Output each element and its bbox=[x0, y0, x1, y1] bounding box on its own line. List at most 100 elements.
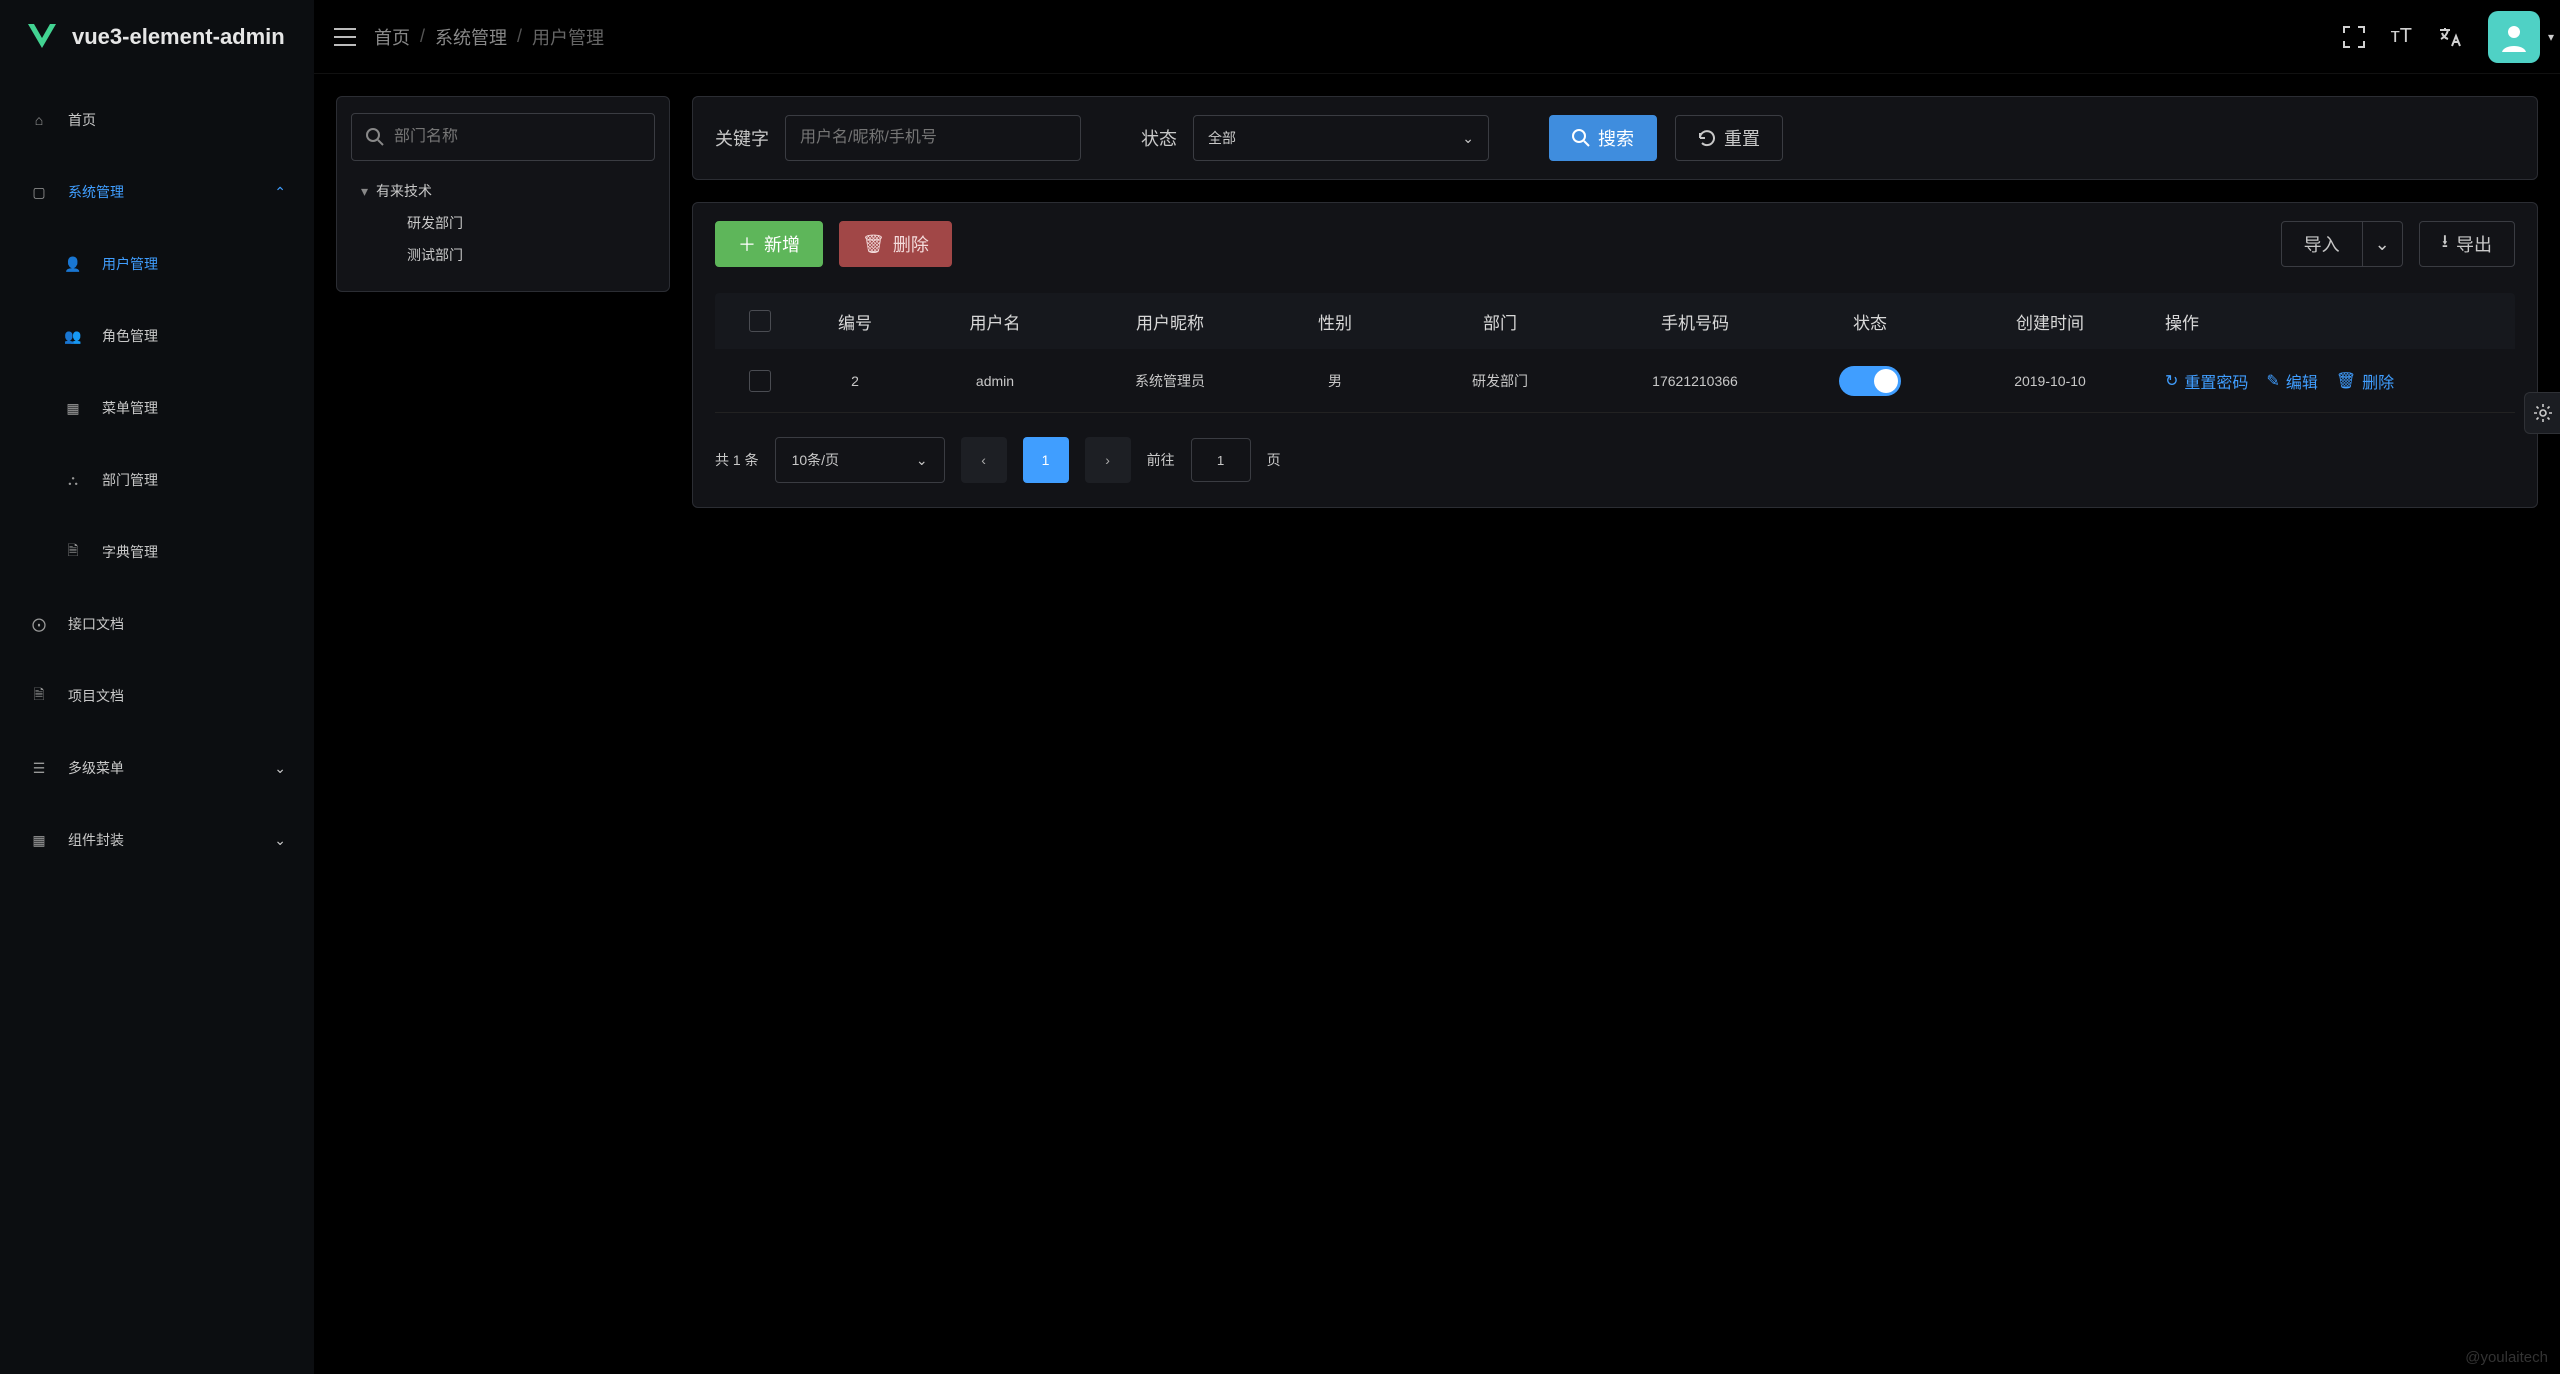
plus-icon: ＋ bbox=[738, 231, 756, 257]
settings-drawer-button[interactable] bbox=[2524, 392, 2560, 434]
add-button[interactable]: ＋ 新增 bbox=[715, 221, 823, 267]
reset-button[interactable]: 重置 bbox=[1675, 115, 1783, 161]
status-label: 状态 bbox=[1141, 125, 1177, 151]
dept-search-input[interactable] bbox=[394, 128, 640, 146]
table-toolbar: ＋ 新增 🗑 删除 导入 ⌄ bbox=[715, 221, 2515, 267]
keyword-input[interactable] bbox=[785, 115, 1081, 161]
th-gender: 性别 bbox=[1265, 309, 1405, 334]
search-button[interactable]: 搜索 bbox=[1549, 115, 1657, 161]
hamburger-icon bbox=[334, 28, 356, 46]
bulk-delete-button[interactable]: 🗑 删除 bbox=[839, 221, 952, 267]
keyword-label: 关键字 bbox=[715, 125, 769, 151]
select-all-checkbox[interactable] bbox=[749, 310, 771, 332]
next-page-button[interactable]: › bbox=[1085, 437, 1131, 483]
org-icon: ⛬ bbox=[62, 472, 84, 489]
cell-id: 2 bbox=[795, 373, 915, 389]
fontsize-button[interactable]: тT bbox=[2391, 25, 2412, 48]
import-caret-button[interactable]: ⌄ bbox=[2363, 221, 2403, 267]
app-logo[interactable]: vue3-element-admin bbox=[0, 0, 314, 74]
reset-pwd-link[interactable]: ↻ 重置密码 bbox=[2165, 369, 2248, 393]
sidebar-item-home[interactable]: ⌂ 首页 bbox=[0, 84, 314, 156]
trash-icon: 🗑 bbox=[2336, 371, 2356, 391]
doc-icon: 🗎 bbox=[28, 684, 50, 708]
chevron-down-icon: ⌄ bbox=[2375, 234, 2390, 255]
department-panel: ▾ 有来技术 研发部门 测试部门 bbox=[336, 96, 670, 292]
chevron-down-icon: ⌄ bbox=[274, 760, 286, 777]
breadcrumb-home[interactable]: 首页 bbox=[374, 24, 410, 50]
tree-node[interactable]: 研发部门 bbox=[407, 207, 645, 239]
language-button[interactable] bbox=[2438, 26, 2462, 48]
sidebar-item-nested[interactable]: ☰ 多级菜单 ⌄ bbox=[0, 732, 314, 804]
chevron-down-icon: ⌄ bbox=[274, 832, 286, 849]
chevron-down-icon: ⌄ bbox=[916, 452, 928, 469]
sidebar-label-components: 组件封装 bbox=[68, 830, 124, 850]
chevron-left-icon: ‹ bbox=[981, 452, 986, 468]
dept-search[interactable] bbox=[351, 113, 655, 161]
toggle-sidebar-button[interactable] bbox=[334, 28, 356, 46]
goto-suffix: 页 bbox=[1267, 450, 1281, 470]
delete-link[interactable]: 🗑 删除 bbox=[2336, 369, 2394, 393]
tree-root[interactable]: ▾ 有来技术 bbox=[361, 175, 645, 207]
sidebar-item-dicts[interactable]: 🗎 字典管理 bbox=[34, 516, 314, 588]
breadcrumb-sep: / bbox=[420, 26, 425, 47]
table-header: 编号 用户名 用户昵称 性别 部门 手机号码 状态 创建时间 操作 bbox=[715, 293, 2515, 349]
dict-icon: 🗎 bbox=[62, 540, 84, 564]
table-row: 2 admin 系统管理员 男 研发部门 17621210366 2019-10… bbox=[715, 349, 2515, 413]
tree-root-label: 有来技术 bbox=[376, 181, 432, 201]
th-phone: 手机号码 bbox=[1595, 309, 1795, 334]
sidebar-label-nested: 多级菜单 bbox=[68, 758, 124, 778]
table-panel: ＋ 新增 🗑 删除 导入 ⌄ bbox=[692, 202, 2538, 508]
caret-down-icon: ▾ bbox=[2548, 30, 2554, 44]
reset-pwd-label: 重置密码 bbox=[2184, 369, 2248, 393]
cell-username: admin bbox=[915, 373, 1075, 389]
sidebar-item-system[interactable]: ▢ 系统管理 ⌃ bbox=[0, 156, 314, 228]
sidebar-item-components[interactable]: ▦ 组件封装 ⌄ bbox=[0, 804, 314, 876]
page-size-select[interactable]: 10条/页 ⌄ bbox=[775, 437, 945, 483]
sidebar-label-users: 用户管理 bbox=[102, 254, 158, 274]
add-button-label: 新增 bbox=[764, 231, 800, 257]
sidebar-item-docs[interactable]: 🗎 项目文档 bbox=[0, 660, 314, 732]
goto-input[interactable] bbox=[1191, 438, 1251, 482]
topbar: 首页 / 系统管理 / 用户管理 тT ▾ bbox=[314, 0, 2560, 74]
api-icon: ⨀ bbox=[28, 616, 50, 633]
export-button[interactable]: ⭳ 导出 bbox=[2419, 221, 2515, 267]
edit-link[interactable]: ✎ 编辑 bbox=[2266, 369, 2317, 393]
import-button[interactable]: 导入 bbox=[2281, 221, 2363, 267]
breadcrumb-section[interactable]: 系统管理 bbox=[435, 24, 507, 50]
sidebar-item-menus[interactable]: ▦ 菜单管理 bbox=[34, 372, 314, 444]
trash-icon: 🗑 bbox=[862, 234, 885, 255]
page-number-button[interactable]: 1 bbox=[1023, 437, 1069, 483]
user-avatar[interactable]: ▾ bbox=[2488, 11, 2540, 63]
status-select[interactable]: 全部 ⌄ bbox=[1193, 115, 1489, 161]
cell-phone: 17621210366 bbox=[1595, 373, 1795, 389]
prev-page-button[interactable]: ‹ bbox=[961, 437, 1007, 483]
sidebar-item-roles[interactable]: 👥 角色管理 bbox=[34, 300, 314, 372]
status-switch[interactable] bbox=[1839, 366, 1901, 396]
sidebar-item-users[interactable]: 👤 用户管理 bbox=[34, 228, 314, 300]
caret-down-icon: ▾ bbox=[361, 183, 368, 200]
sidebar-item-depts[interactable]: ⛬ 部门管理 bbox=[34, 444, 314, 516]
sidebar-label-system: 系统管理 bbox=[68, 182, 124, 202]
user-icon: 👤 bbox=[62, 256, 84, 273]
app-title: vue3-element-admin bbox=[72, 24, 285, 50]
breadcrumb-current: 用户管理 bbox=[532, 24, 604, 50]
edit-icon: ✎ bbox=[2266, 371, 2279, 391]
sidebar-label-depts: 部门管理 bbox=[102, 470, 158, 490]
sidebar-item-api[interactable]: ⨀ 接口文档 bbox=[0, 588, 314, 660]
row-checkbox[interactable] bbox=[749, 370, 771, 392]
pagination-total: 共 1 条 bbox=[715, 450, 759, 470]
th-status: 状态 bbox=[1795, 309, 1945, 334]
cell-nickname: 系统管理员 bbox=[1075, 371, 1265, 391]
pagination: 共 1 条 10条/页 ⌄ ‹ 1 › 前往 bbox=[715, 413, 2515, 489]
sidebar: vue3-element-admin ⌂ 首页 ▢ 系统管理 ⌃ 👤 用户管理 … bbox=[0, 0, 314, 1374]
fullscreen-button[interactable] bbox=[2343, 26, 2365, 48]
cell-created: 2019-10-10 bbox=[1945, 373, 2155, 389]
goto-label: 前往 bbox=[1147, 450, 1175, 470]
sidebar-label-dicts: 字典管理 bbox=[102, 542, 158, 562]
page-size-value: 10条/页 bbox=[792, 450, 839, 470]
th-created: 创建时间 bbox=[1945, 309, 2155, 334]
th-id: 编号 bbox=[795, 309, 915, 334]
sidebar-label-menus: 菜单管理 bbox=[102, 398, 158, 418]
tree-node[interactable]: 测试部门 bbox=[407, 239, 645, 271]
cell-gender: 男 bbox=[1265, 371, 1405, 391]
